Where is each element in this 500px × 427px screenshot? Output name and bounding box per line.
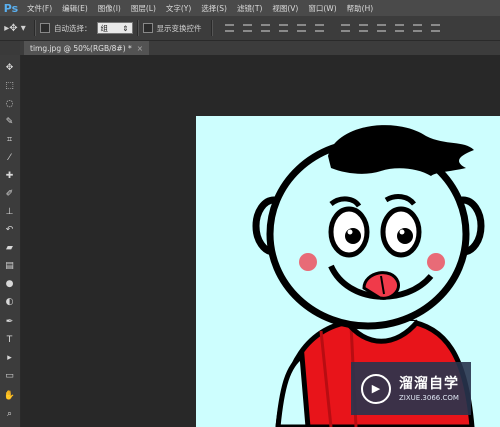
type-icon[interactable]: T — [3, 333, 16, 346]
align-hcenter-icon[interactable] — [296, 24, 306, 32]
document-tab-bar: timg.jpg @ 50%(RGB/8#) * × — [20, 41, 500, 55]
brush-icon[interactable]: ✐ — [3, 187, 16, 200]
menu-select[interactable]: 选择(S) — [196, 3, 232, 14]
gradient-icon[interactable]: ▤ — [3, 259, 16, 272]
distribute-right-icon[interactable] — [430, 24, 440, 32]
crop-icon[interactable]: ⌗ — [3, 133, 16, 146]
menu-type[interactable]: 文字(Y) — [161, 3, 196, 14]
history-brush-icon[interactable]: ↶ — [3, 223, 16, 236]
eyedropper-icon[interactable]: ⁄ — [3, 151, 16, 164]
align-buttons — [224, 24, 440, 32]
menu-file[interactable]: 文件(F) — [22, 3, 57, 14]
marquee-icon[interactable]: ⬚ — [3, 79, 16, 92]
zoom-icon[interactable]: ⌕ — [3, 407, 16, 420]
quick-select-icon[interactable]: ✎ — [3, 115, 16, 128]
show-transform-label: 显示变换控件 — [156, 23, 202, 33]
watermark-url: ZIXUE.3066.COM — [399, 393, 459, 402]
document-tab-title: timg.jpg @ 50%(RGB/8#) * — [30, 43, 132, 53]
lasso-icon[interactable]: ◌ — [3, 97, 16, 110]
path-select-icon[interactable]: ▸ — [3, 351, 16, 364]
shape-icon[interactable]: ▭ — [3, 369, 16, 382]
menu-bar: Ps 文件(F) 编辑(E) 图像(I) 图层(L) 文字(Y) 选择(S) 滤… — [0, 0, 500, 16]
dodge-icon[interactable]: ◐ — [3, 295, 16, 308]
auto-select-value: 组 — [100, 23, 109, 33]
close-icon[interactable]: × — [137, 44, 143, 53]
auto-select-checkbox[interactable] — [40, 23, 50, 33]
menu-window[interactable]: 窗口(W) — [303, 3, 341, 14]
auto-select-dropdown[interactable]: 组 ⇕ — [96, 22, 133, 34]
move-icon[interactable]: ✥ — [3, 61, 16, 74]
menu-view[interactable]: 视图(V) — [267, 3, 303, 14]
toolbox: ✥ ⬚ ◌ ✎ ⌗ ⁄ ✚ ✐ ⊥ ↶ ▰ ▤ ● ◐ ✒ T ▸ ▭ ✋ ⌕ — [0, 55, 21, 427]
options-bar: ▸✥ ▾ 自动选择： 组 ⇕ 显示变换控件 — [0, 16, 500, 41]
distribute-left-icon[interactable] — [394, 24, 404, 32]
align-top-icon[interactable] — [224, 24, 234, 32]
separator — [136, 20, 139, 36]
blur-icon[interactable]: ● — [3, 277, 16, 290]
distribute-vcenter-icon[interactable] — [358, 24, 368, 32]
move-tool-icon[interactable]: ▸✥ ▾ — [0, 16, 30, 40]
photoshop-logo[interactable]: Ps — [0, 0, 22, 16]
distribute-top-icon[interactable] — [340, 24, 350, 32]
align-vcenter-icon[interactable] — [242, 24, 252, 32]
pen-icon[interactable]: ✒ — [3, 315, 16, 328]
distribute-hcenter-icon[interactable] — [412, 24, 422, 32]
hand-icon[interactable]: ✋ — [3, 389, 16, 402]
align-right-icon[interactable] — [314, 24, 324, 32]
align-bottom-icon[interactable] — [260, 24, 270, 32]
eraser-icon[interactable]: ▰ — [3, 241, 16, 254]
auto-select-label: 自动选择： — [54, 23, 92, 33]
separator — [34, 20, 36, 36]
menu-image[interactable]: 图像(I) — [93, 3, 126, 14]
clone-stamp-icon[interactable]: ⊥ — [3, 205, 16, 218]
watermark-title: 溜溜自学 — [399, 375, 459, 392]
toolbox-header — [0, 41, 20, 55]
document-tab[interactable]: timg.jpg @ 50%(RGB/8#) * × — [24, 41, 150, 55]
menu-help[interactable]: 帮助(H) — [342, 3, 379, 14]
chevron-down-icon: ⇕ — [122, 23, 129, 33]
align-left-icon[interactable] — [278, 24, 288, 32]
distribute-bottom-icon[interactable] — [376, 24, 386, 32]
watermark: ▶ 溜溜自学 ZIXUE.3066.COM — [351, 362, 471, 415]
separator — [210, 20, 213, 36]
menu-layer[interactable]: 图层(L) — [126, 3, 161, 14]
play-icon: ▶ — [361, 373, 391, 404]
healing-brush-icon[interactable]: ✚ — [3, 169, 16, 182]
menu-filter[interactable]: 滤镜(T) — [232, 3, 267, 14]
menu-edit[interactable]: 编辑(E) — [57, 3, 93, 14]
show-transform-checkbox[interactable] — [142, 23, 153, 33]
